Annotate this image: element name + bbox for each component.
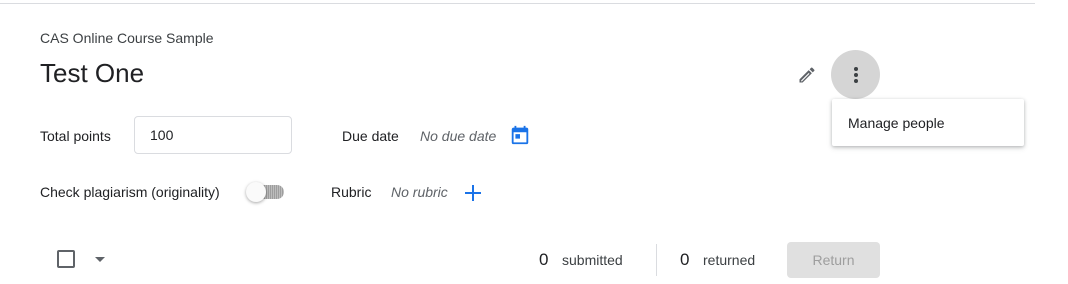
total-points-label: Total points bbox=[40, 128, 111, 144]
plagiarism-label: Check plagiarism (originality) bbox=[40, 184, 220, 200]
due-date-picker-button[interactable] bbox=[508, 123, 532, 147]
assignment-title: Test One bbox=[40, 58, 145, 88]
plus-icon bbox=[465, 185, 481, 201]
menu-item-manage-people[interactable]: Manage people bbox=[848, 115, 945, 131]
stats-divider bbox=[656, 244, 657, 276]
add-rubric-button[interactable] bbox=[462, 182, 484, 204]
pencil-icon bbox=[799, 67, 815, 83]
more-options-button[interactable] bbox=[831, 50, 880, 99]
total-points-input[interactable] bbox=[134, 116, 292, 154]
select-all-checkbox[interactable] bbox=[57, 250, 75, 268]
rubric-label: Rubric bbox=[331, 184, 372, 200]
due-date-label: Due date bbox=[342, 128, 399, 144]
course-name: CAS Online Course Sample bbox=[40, 30, 214, 46]
top-divider bbox=[0, 3, 1035, 4]
rubric-value: No rubric bbox=[391, 184, 448, 200]
calendar-icon bbox=[511, 125, 529, 145]
submitted-label: submitted bbox=[562, 252, 623, 268]
plagiarism-toggle[interactable] bbox=[246, 181, 284, 203]
caret-down-icon[interactable] bbox=[93, 255, 107, 265]
returned-count: 0 bbox=[680, 250, 690, 269]
submitted-count: 0 bbox=[539, 250, 549, 269]
due-date-value[interactable]: No due date bbox=[420, 128, 496, 144]
return-button[interactable]: Return bbox=[787, 242, 880, 278]
edit-button[interactable] bbox=[792, 60, 822, 90]
toggle-thumb bbox=[246, 182, 266, 202]
more-options-menu: Manage people bbox=[832, 99, 1024, 146]
more-vert-icon bbox=[853, 66, 858, 83]
returned-label: returned bbox=[703, 252, 756, 268]
